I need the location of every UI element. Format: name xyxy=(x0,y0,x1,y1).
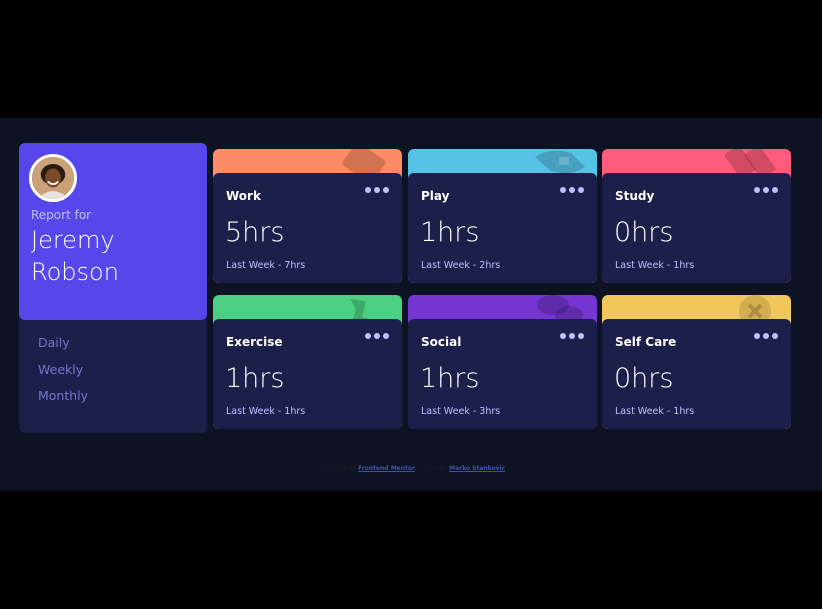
card-title: Work xyxy=(226,189,261,203)
author-link[interactable]: Marko Stankovic xyxy=(449,465,505,472)
activity-card-self-care: Self Care 0hrs Last Week - 1hrs xyxy=(602,295,791,429)
previous-hours: Last Week - 1hrs xyxy=(226,406,306,417)
card-body: Play 1hrs Last Week - 2hrs xyxy=(408,173,597,283)
previous-hours: Last Week - 1hrs xyxy=(615,406,695,417)
card-title: Self Care xyxy=(615,335,677,349)
current-hours: 5hrs xyxy=(225,217,285,248)
card-body: Work 5hrs Last Week - 7hrs xyxy=(213,173,402,283)
activity-card-study: Study 0hrs Last Week - 1hrs xyxy=(602,149,791,283)
attribution-middle: . Coded by xyxy=(414,465,448,472)
person-avatar-icon xyxy=(32,157,74,199)
more-options-icon[interactable] xyxy=(559,183,585,197)
timeframe-daily[interactable]: Daily xyxy=(38,335,88,362)
more-options-icon[interactable] xyxy=(364,329,390,343)
profile-card: Report for Jeremy Robson Daily Weekly Mo… xyxy=(19,143,207,433)
current-hours: 1hrs xyxy=(420,217,480,248)
current-hours: 0hrs xyxy=(614,363,674,394)
more-options-icon[interactable] xyxy=(364,183,390,197)
previous-hours: Last Week - 1hrs xyxy=(615,260,695,271)
activity-card-work: Work 5hrs Last Week - 7hrs xyxy=(213,149,402,283)
card-title: Exercise xyxy=(226,335,283,349)
current-hours: 1hrs xyxy=(420,363,480,394)
card-body: Self Care 0hrs Last Week - 1hrs xyxy=(602,319,791,429)
card-title: Play xyxy=(421,189,450,203)
card-body: Study 0hrs Last Week - 1hrs xyxy=(602,173,791,283)
frontend-mentor-link[interactable]: Frontend Mentor xyxy=(358,465,415,472)
attribution-prefix: Challenge by xyxy=(316,465,357,472)
timeframe-weekly[interactable]: Weekly xyxy=(38,362,88,389)
previous-hours: Last Week - 3hrs xyxy=(421,406,501,417)
previous-hours: Last Week - 2hrs xyxy=(421,260,501,271)
previous-hours: Last Week - 7hrs xyxy=(226,260,306,271)
card-body: Exercise 1hrs Last Week - 1hrs xyxy=(213,319,402,429)
activity-card-social: Social 1hrs Last Week - 3hrs xyxy=(408,295,597,429)
card-title: Study xyxy=(615,189,655,203)
current-hours: 1hrs xyxy=(225,363,285,394)
profile-header: Report for Jeremy Robson xyxy=(19,143,207,320)
activity-card-play: Play 1hrs Last Week - 2hrs xyxy=(408,149,597,283)
avatar xyxy=(29,154,77,202)
timeframe-monthly[interactable]: Monthly xyxy=(38,388,88,415)
card-body: Social 1hrs Last Week - 3hrs xyxy=(408,319,597,429)
activity-card-exercise: Exercise 1hrs Last Week - 1hrs xyxy=(213,295,402,429)
more-options-icon[interactable] xyxy=(753,329,779,343)
timeframe-list: Daily Weekly Monthly xyxy=(38,335,88,415)
dashboard: Report for Jeremy Robson Daily Weekly Mo… xyxy=(0,118,822,491)
card-title: Social xyxy=(421,335,462,349)
more-options-icon[interactable] xyxy=(559,329,585,343)
report-for-label: Report for xyxy=(31,208,92,222)
user-name: Jeremy Robson xyxy=(31,226,119,286)
current-hours: 0hrs xyxy=(614,217,674,248)
more-options-icon[interactable] xyxy=(753,183,779,197)
attribution: Challenge by Frontend Mentor. Coded by M… xyxy=(0,465,822,472)
